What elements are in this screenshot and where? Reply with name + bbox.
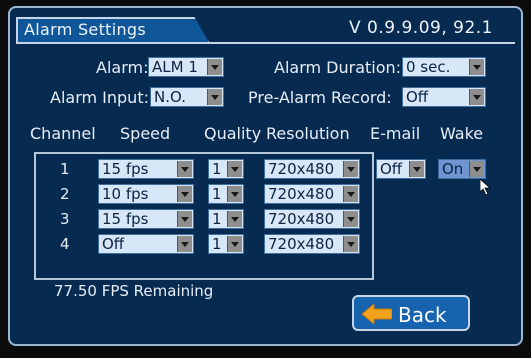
chevron-down-icon xyxy=(177,236,192,252)
chevron-down-icon xyxy=(469,89,484,105)
alarm-input-value: N.O. xyxy=(154,88,186,106)
back-button-label: Back xyxy=(398,303,447,327)
email-select[interactable]: Off xyxy=(376,159,426,179)
chevron-down-icon xyxy=(227,186,242,202)
alarm-duration-value: 0 sec. xyxy=(406,58,451,76)
chevron-down-icon xyxy=(469,161,484,177)
chevron-down-icon xyxy=(207,59,222,75)
page-title: Alarm Settings xyxy=(24,20,146,39)
resolution-select[interactable]: 720x480 xyxy=(264,184,360,204)
wake-value: On xyxy=(442,160,464,178)
chevron-down-icon xyxy=(207,89,222,105)
quality-value: 1 xyxy=(212,160,222,178)
chevron-down-icon xyxy=(177,211,192,227)
speed-value: 10 fps xyxy=(102,185,149,203)
quality-value: 1 xyxy=(212,235,222,253)
pre-alarm-record-label: Pre-Alarm Record: xyxy=(248,88,392,107)
chevron-down-icon xyxy=(343,236,358,252)
chevron-down-icon xyxy=(227,161,242,177)
alarm-label: Alarm: xyxy=(96,58,149,77)
channel-number: 1 xyxy=(60,160,70,178)
resolution-select[interactable]: 720x480 xyxy=(264,209,360,229)
resolution-column-header: Resolution xyxy=(266,124,350,143)
chevron-down-icon xyxy=(343,211,358,227)
alarm-input-label: Alarm Input: xyxy=(50,88,149,107)
chevron-down-icon xyxy=(177,186,192,202)
channel-number: 3 xyxy=(60,210,70,228)
header-divider xyxy=(16,42,515,44)
speed-value: 15 fps xyxy=(102,160,149,178)
pre-alarm-record-select[interactable]: Off xyxy=(402,87,486,107)
quality-column-header: Quality xyxy=(204,124,262,143)
speed-select[interactable]: Off xyxy=(98,234,194,254)
speed-column-header: Speed xyxy=(120,124,171,143)
speed-value: Off xyxy=(102,235,125,253)
quality-select[interactable]: 1 xyxy=(208,234,244,254)
alarm-value: ALM 1 xyxy=(152,58,198,76)
mouse-cursor-icon xyxy=(480,179,492,195)
speed-select[interactable]: 10 fps xyxy=(98,184,194,204)
chevron-down-icon xyxy=(343,186,358,202)
quality-select[interactable]: 1 xyxy=(208,184,244,204)
chevron-down-icon xyxy=(177,161,192,177)
alarm-duration-select[interactable]: 0 sec. xyxy=(402,57,486,77)
resolution-value: 720x480 xyxy=(268,210,335,228)
resolution-value: 720x480 xyxy=(268,235,335,253)
chevron-down-icon xyxy=(343,161,358,177)
quality-select[interactable]: 1 xyxy=(208,159,244,179)
pre-alarm-record-value: Off xyxy=(406,88,429,106)
speed-value: 15 fps xyxy=(102,210,149,228)
quality-value: 1 xyxy=(212,185,222,203)
channel-number: 2 xyxy=(60,185,70,203)
quality-select[interactable]: 1 xyxy=(208,209,244,229)
channel-column-header: Channel xyxy=(30,124,96,143)
speed-select[interactable]: 15 fps xyxy=(98,209,194,229)
resolution-select[interactable]: 720x480 xyxy=(264,234,360,254)
wake-column-header: Wake xyxy=(440,124,484,143)
resolution-value: 720x480 xyxy=(268,160,335,178)
alarm-duration-label: Alarm Duration: xyxy=(274,58,402,77)
chevron-down-icon xyxy=(469,59,484,75)
channel-number: 4 xyxy=(60,235,70,253)
speed-select[interactable]: 15 fps xyxy=(98,159,194,179)
alarm-input-select[interactable]: N.O. xyxy=(150,87,224,107)
chevron-down-icon xyxy=(227,211,242,227)
resolution-value: 720x480 xyxy=(268,185,335,203)
version-label: V 0.9.9.09, 92.1 xyxy=(349,18,493,38)
alarm-select[interactable]: ALM 1 xyxy=(148,57,224,77)
back-arrow-icon xyxy=(362,304,392,324)
email-column-header: E-mail xyxy=(370,124,421,143)
chevron-down-icon xyxy=(409,161,424,177)
fps-remaining-text: 77.50 FPS Remaining xyxy=(54,282,214,300)
email-value: Off xyxy=(380,160,403,178)
quality-value: 1 xyxy=(212,210,222,228)
back-button[interactable]: Back xyxy=(352,295,470,331)
chevron-down-icon xyxy=(227,236,242,252)
resolution-select[interactable]: 720x480 xyxy=(264,159,360,179)
alarm-settings-panel: Alarm Settings V 0.9.9.09, 92.1 Alarm: A… xyxy=(8,6,523,346)
wake-select[interactable]: On xyxy=(438,159,486,179)
